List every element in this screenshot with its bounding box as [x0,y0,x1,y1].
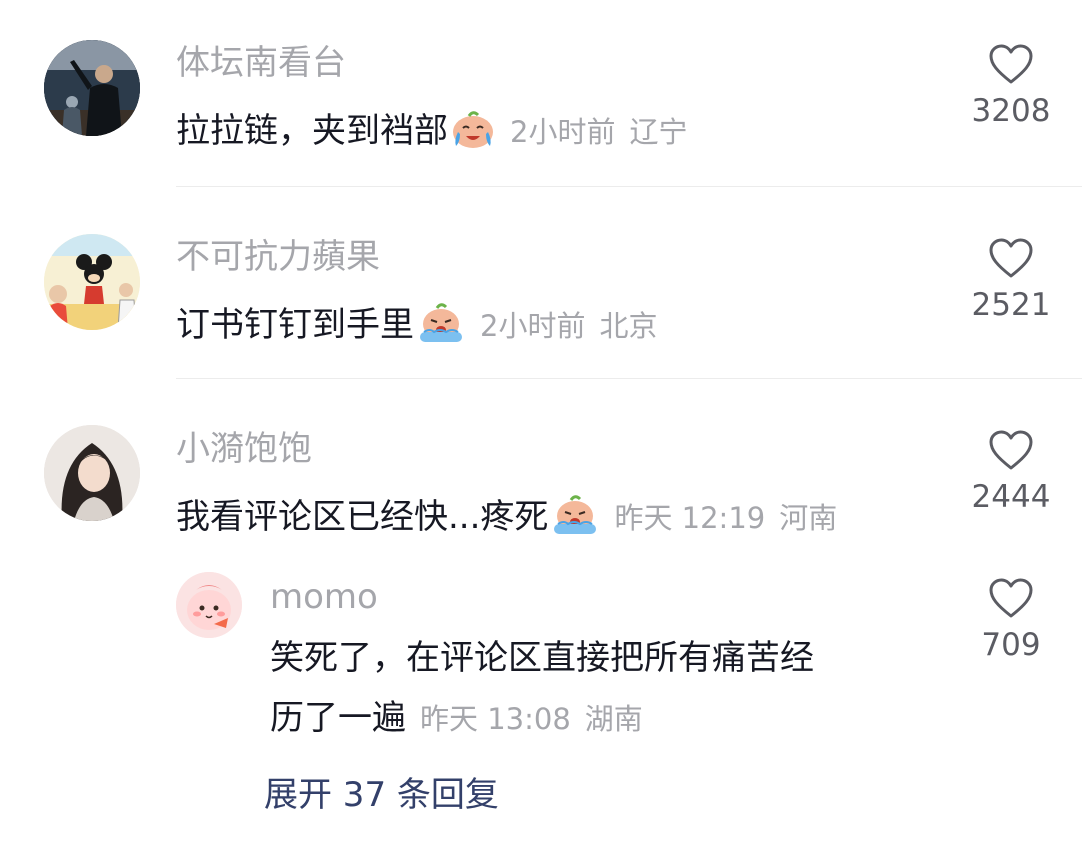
cartoon-mouse-avatar-icon [44,234,140,330]
like-count: 2521 [971,287,1051,323]
like-button[interactable]: 2444 [956,430,1066,513]
reply-time: 昨天 13:08 [420,702,571,736]
comment-time: 昨天 12:19 [614,501,766,535]
like-count: 709 [981,627,1041,663]
sobbing-face-emoji-icon [416,302,466,350]
like-count: 3208 [971,93,1051,129]
reply-text-line-1: 笑死了，在评论区直接把所有痛苦经 [270,638,814,678]
comment-text: 订书钉钉到手里 [176,305,414,345]
comment-username[interactable]: 不可抗力蘋果 [176,240,380,274]
heart-icon [989,430,1033,470]
like-count: 2444 [971,479,1051,515]
comment-time: 2小时前 [480,309,586,343]
avatar[interactable] [44,234,140,330]
comment-body: 拉拉链，夹到裆部 2小时前 辽宁 [176,108,687,156]
comment-location: 河南 [779,501,838,535]
comment-body: 我看评论区已经快...疼死 昨天 12:19 河南 [176,494,837,542]
reply-username[interactable]: momo [270,580,378,614]
like-button[interactable]: 2521 [956,238,1066,321]
like-button[interactable]: 3208 [956,44,1066,127]
comment-time: 2小时前 [510,115,616,149]
comment-body: 订书钉钉到手里 2小时前 北京 [176,302,657,350]
pink-cartoon-avatar-icon [176,572,242,638]
comment-location: 辽宁 [629,115,688,149]
heart-icon [989,578,1033,618]
comment-location: 北京 [599,309,658,343]
divider [176,378,1082,379]
comment-text: 拉拉链，夹到裆部 [176,111,448,151]
divider [176,186,1082,187]
comment-username[interactable]: 小漪饱饱 [176,432,312,466]
portrait-avatar-icon [44,425,140,521]
reply-text-line-2: 历了一遍 昨天 13:08 湖南 [270,688,930,749]
reply-location: 湖南 [584,702,643,736]
heart-icon [989,44,1033,84]
avatar[interactable] [44,40,140,136]
sports-photo-avatar-icon [44,40,140,136]
comment-text: 我看评论区已经快...疼死 [176,497,549,537]
heart-icon [989,238,1033,278]
sobbing-face-emoji-icon [550,494,600,542]
expand-replies-link[interactable]: 展开 37 条回复 [264,778,499,812]
comment-username[interactable]: 体坛南看台 [176,46,346,80]
avatar[interactable] [176,572,242,638]
like-button[interactable]: 709 [956,578,1066,661]
avatar[interactable] [44,425,140,521]
reply-body: 笑死了，在评论区直接把所有痛苦经 历了一遍 昨天 13:08 湖南 [270,628,930,749]
reply-text-line-2-text: 历了一遍 [270,698,406,738]
crying-face-emoji-icon [450,108,496,156]
